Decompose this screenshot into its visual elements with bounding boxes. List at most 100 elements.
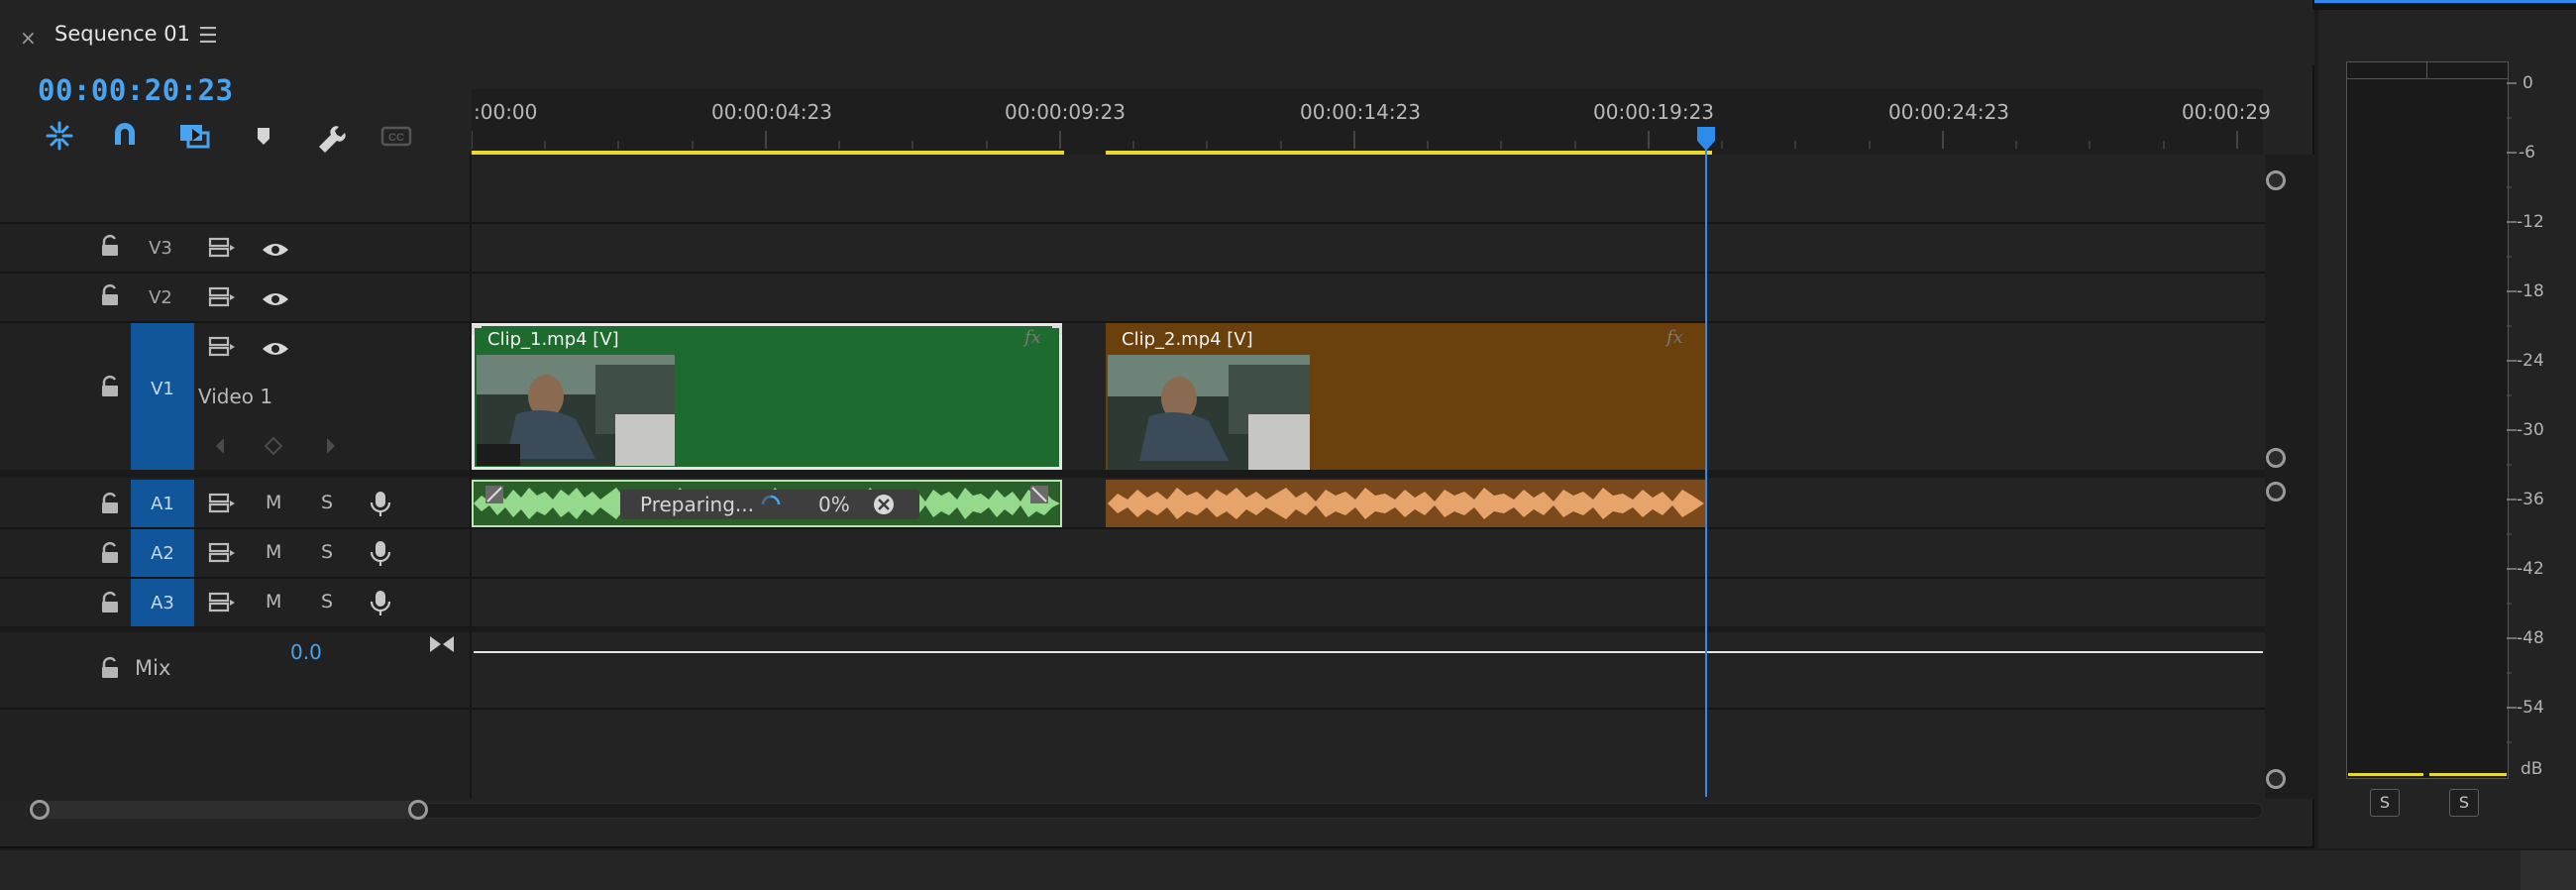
meter-scale-36: -36: [2517, 490, 2544, 509]
mix-volume-line[interactable]: [474, 651, 2263, 653]
clip-1-fx-badge[interactable]: fx: [1024, 327, 1041, 348]
audio-scroll-bottom-knob[interactable]: [2266, 769, 2286, 789]
ruler-label-4: 00:00:19:23: [1593, 100, 1715, 124]
cancel-render-icon[interactable]: [872, 493, 896, 516]
marker-icon[interactable]: [246, 119, 281, 153]
render-status-text: Preparing...: [640, 493, 754, 516]
row-divider: [0, 222, 2265, 224]
snap-insert-icon[interactable]: [42, 119, 77, 153]
meter-scale-0: 0: [2522, 73, 2533, 93]
solo-button-a1[interactable]: S: [321, 492, 333, 513]
clip-1-thumbnail: [477, 355, 675, 466]
row-divider: [0, 577, 2265, 579]
sync-lock-icon[interactable]: [206, 283, 238, 311]
meter-scale-42: -42: [2517, 559, 2544, 579]
lock-icon[interactable]: [99, 591, 121, 614]
lock-icon[interactable]: [99, 375, 121, 398]
audio-scroll-top-knob[interactable]: [2266, 482, 2286, 501]
clip-2-label: Clip_2.mp4 [V]: [1122, 329, 1253, 350]
clip-2-fx-badge[interactable]: fx: [1666, 327, 1683, 348]
solo-button-a3[interactable]: S: [321, 591, 333, 612]
meter-scale-48: -48: [2517, 628, 2544, 648]
eye-icon[interactable]: [260, 285, 291, 313]
track-name-a1[interactable]: A1: [133, 494, 192, 514]
wrench-icon[interactable]: [311, 119, 347, 153]
track-name-v2[interactable]: V2: [131, 287, 190, 308]
panel-menu-icon[interactable]: ☰: [198, 24, 218, 49]
horizontal-scroll-thumb[interactable]: [30, 801, 426, 819]
track-name-a2[interactable]: A2: [133, 543, 192, 564]
clip-2-thumbnail: [1108, 355, 1310, 470]
video-scroll-top-knob[interactable]: [2266, 170, 2286, 190]
sync-lock-icon[interactable]: [206, 589, 238, 616]
mute-button-a3[interactable]: M: [266, 591, 281, 612]
sync-lock-icon[interactable]: [206, 490, 238, 517]
meter-scale-ticks: [2507, 82, 2517, 743]
track-label-video-1: Video 1: [198, 385, 273, 408]
playhead-line[interactable]: [1705, 149, 1707, 797]
audio-meter-box: [2346, 61, 2509, 779]
microphone-icon[interactable]: [365, 589, 396, 616]
horizontal-scroll-left-knob[interactable]: [30, 800, 50, 820]
clip-1-audio-fade-out-icon[interactable]: [1030, 486, 1048, 503]
bottom-strip: [0, 850, 2576, 890]
tab-sequence-title[interactable]: Sequence 01: [54, 22, 190, 46]
meter-scale-30: -30: [2517, 420, 2544, 440]
linked-selection-icon[interactable]: [176, 119, 212, 153]
sync-lock-icon[interactable]: [206, 539, 238, 567]
clip-1-in-handle[interactable]: [472, 325, 482, 335]
meter-scale-18: -18: [2517, 281, 2544, 301]
lock-icon[interactable]: [99, 283, 121, 307]
solo-button-a2[interactable]: S: [321, 541, 333, 563]
lock-icon[interactable]: [99, 492, 121, 515]
clip-1-out-handle[interactable]: [1052, 325, 1062, 335]
meter-solo-right-button[interactable]: S: [2449, 789, 2479, 817]
captions-icon[interactable]: CC: [378, 119, 414, 153]
header-divider: [470, 155, 472, 799]
sync-lock-icon[interactable]: [206, 333, 238, 361]
meter-scale-6: -6: [2519, 143, 2535, 163]
video-scroll-bottom-knob[interactable]: [2266, 448, 2286, 468]
magnet-icon[interactable]: [107, 119, 143, 153]
eye-icon[interactable]: [260, 236, 291, 264]
row-divider: [0, 272, 2265, 274]
sync-lock-icon[interactable]: [206, 234, 238, 262]
ruler-label-1: 00:00:04:23: [711, 100, 833, 124]
meter-level-right: [2429, 773, 2507, 776]
ruler-label-6: 00:00:29: [2182, 100, 2271, 124]
mute-button-a1[interactable]: M: [266, 492, 281, 513]
track-name-v1[interactable]: V1: [133, 379, 192, 399]
meter-solo-left-button[interactable]: S: [2370, 789, 2400, 817]
meter-scale-54: -54: [2517, 698, 2544, 718]
meter-scale-unit: dB: [2521, 759, 2543, 779]
mix-volume-value[interactable]: 0.0: [290, 640, 322, 664]
clip-1-label: Clip_1.mp4 [V]: [487, 329, 619, 350]
lock-icon[interactable]: [99, 541, 121, 565]
track-name-mix: Mix: [135, 656, 171, 680]
tab-close-icon[interactable]: ×: [20, 26, 37, 50]
playhead-timecode[interactable]: 00:00:20:23: [38, 73, 234, 107]
lock-icon[interactable]: [99, 234, 121, 258]
bottom-strip-corner: [2521, 850, 2576, 890]
horizontal-scroll-right-knob[interactable]: [408, 800, 428, 820]
meter-peak-indicators: [2346, 61, 2509, 79]
ruler-label-0: :00:00: [474, 100, 538, 124]
ruler-label-5: 00:00:24:23: [1888, 100, 2010, 124]
video-audio-divider: [0, 470, 2265, 478]
clip-1-audio-fade-in-icon[interactable]: [485, 486, 503, 503]
meter-peak-divider: [2426, 61, 2427, 79]
next-keyframe-icon: [327, 438, 335, 454]
ruler-label-3: 00:00:14:23: [1300, 100, 1422, 124]
eye-icon[interactable]: [260, 335, 291, 363]
ruler-label-2: 00:00:09:23: [1005, 100, 1127, 124]
track-name-a3[interactable]: A3: [133, 593, 192, 613]
microphone-icon[interactable]: [365, 490, 396, 517]
mute-button-a2[interactable]: M: [266, 541, 281, 563]
track-name-v3[interactable]: V3: [131, 238, 190, 259]
meter-scale-12: -12: [2517, 212, 2544, 232]
keyframe-nav: [216, 436, 335, 456]
microphone-icon[interactable]: [365, 539, 396, 567]
go-to-in-out-icon[interactable]: [428, 634, 456, 654]
ruler-ticks: [472, 131, 2238, 155]
lock-icon[interactable]: [99, 656, 121, 680]
